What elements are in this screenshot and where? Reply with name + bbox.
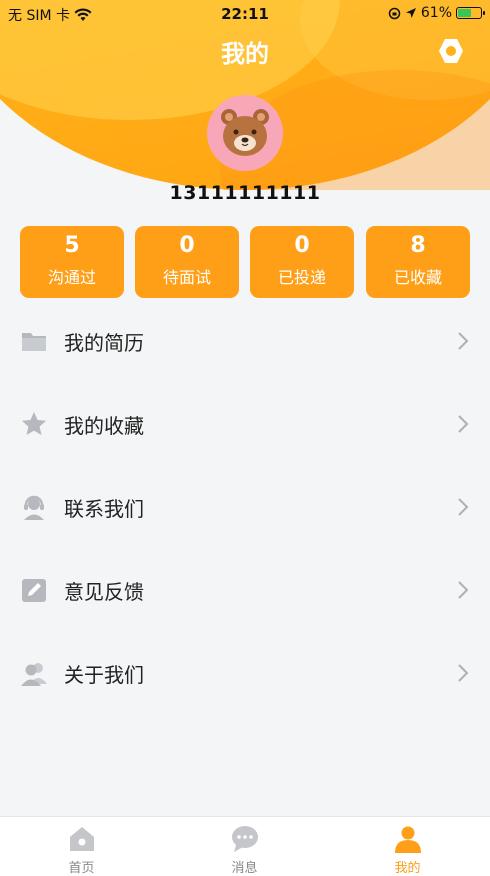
battery-percent: 61%: [420, 5, 452, 21]
stat-favorited[interactable]: 8 已收藏: [366, 226, 470, 298]
settings-button[interactable]: [436, 36, 466, 66]
chevron-right-icon: [458, 498, 469, 516]
status-right: 61%: [388, 5, 485, 21]
stat-value: 0: [179, 233, 195, 258]
menu-item-contact[interactable]: 联系我们: [0, 465, 490, 548]
location-icon: [405, 8, 416, 18]
tab-messages[interactable]: 消息: [163, 817, 326, 876]
bear-avatar-icon: [221, 109, 269, 156]
stat-label: 已投递: [277, 268, 326, 287]
menu-label: 我的收藏: [64, 414, 144, 438]
menu-label: 意见反馈: [64, 580, 144, 604]
tab-label: 消息: [231, 861, 258, 876]
menu-label: 联系我们: [64, 497, 144, 521]
tab-profile[interactable]: 我的: [326, 817, 489, 876]
person-icon: [395, 826, 421, 853]
menu-item-favorites[interactable]: 我的收藏: [0, 382, 490, 465]
stat-pending-interview[interactable]: 0 待面试: [135, 226, 239, 298]
chevron-right-icon: [458, 332, 469, 350]
chevron-right-icon: [458, 415, 469, 433]
headset-icon: [24, 495, 44, 520]
folder-icon: [22, 333, 46, 351]
stat-value: 0: [294, 233, 310, 258]
stat-value: 8: [410, 233, 426, 258]
stats-row: 5 沟通过 0 待面试 0 已投递 8 已收藏: [20, 226, 470, 298]
battery-icon: [456, 7, 485, 19]
home-icon: [70, 827, 94, 851]
chevron-right-icon: [458, 664, 469, 682]
tab-label: 首页: [68, 861, 95, 876]
orientation-lock-icon: [388, 7, 401, 19]
menu-item-about[interactable]: 关于我们: [0, 631, 490, 714]
status-bar: 无 SIM 卡 22:11 61%: [0, 0, 490, 26]
menu-item-resume[interactable]: 我的简历: [0, 299, 490, 382]
tab-home[interactable]: 首页: [0, 817, 163, 876]
avatar[interactable]: [207, 95, 283, 171]
chat-icon: [232, 826, 258, 852]
menu-list: 我的简历 我的收藏 联系我们 意见反馈 关于我们: [0, 299, 490, 714]
stat-contacted[interactable]: 5 沟通过: [20, 226, 124, 298]
stat-label: 沟通过: [47, 268, 96, 287]
menu-label: 关于我们: [64, 663, 144, 687]
tab-bar: 首页 消息 我的: [0, 816, 490, 876]
stat-label: 待面试: [162, 268, 211, 287]
menu-label: 我的简历: [64, 331, 144, 355]
edit-icon: [22, 579, 46, 602]
chevron-right-icon: [458, 581, 469, 599]
menu-item-feedback[interactable]: 意见反馈: [0, 548, 490, 631]
stat-applied[interactable]: 0 已投递: [250, 226, 354, 298]
phone-number: 13111111111: [169, 182, 321, 204]
stat-value: 5: [64, 233, 80, 258]
battery-fill: [458, 9, 472, 17]
stat-label: 已收藏: [393, 268, 442, 287]
page-title: 我的: [221, 40, 269, 68]
tab-label: 我的: [394, 861, 421, 876]
star-icon: [22, 412, 46, 435]
users-icon: [21, 663, 47, 686]
